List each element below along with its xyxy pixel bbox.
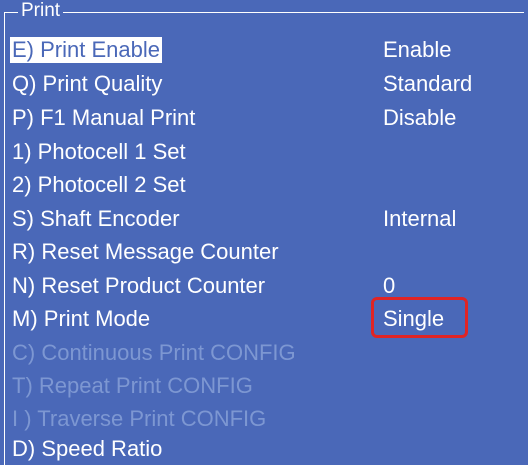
menu-item-shaft-encoder[interactable]: S) Shaft Encoder Internal	[10, 203, 520, 235]
menu-item-label: T) Repeat Print CONFIG	[12, 373, 253, 398]
menu-item-label: Q) Print Quality	[12, 71, 163, 96]
menu-item-label: S) Shaft Encoder	[12, 206, 180, 231]
menu-item-label: N) Reset Product Counter	[12, 273, 266, 298]
print-menu-screen: Print E) Print Enable Enable Q) Print Qu…	[0, 0, 528, 465]
menu-item-value: Standard	[383, 71, 473, 96]
menu-item-label: E) Print Enable	[10, 37, 162, 63]
menu-item-label: C) Continuous Print CONFIG	[12, 340, 296, 365]
menu-item-label: P) F1 Manual Print	[12, 105, 196, 130]
menu-item-repeat-print-config: T) Repeat Print CONFIG	[10, 370, 520, 402]
menu-item-traverse-print-config: I ) Traverse Print CONFIG	[10, 403, 520, 435]
menu-item-label: 1) Photocell 1 Set	[12, 139, 186, 164]
menu-item-print-quality[interactable]: Q) Print Quality Standard	[10, 68, 520, 100]
menu-item-value: 0	[383, 273, 396, 298]
menu-item-f1-manual-print[interactable]: P) F1 Manual Print Disable	[10, 102, 520, 134]
menu-item-photocell-1-set[interactable]: 1) Photocell 1 Set	[10, 136, 520, 168]
menu-item-value: Enable	[383, 37, 452, 62]
menu-title: Print	[18, 0, 64, 22]
print-mode-highlight-box	[371, 297, 468, 338]
menu-item-value: Internal	[383, 206, 457, 231]
menu-item-speed-ratio[interactable]: D) Speed Ratio	[10, 433, 520, 465]
menu-item-photocell-2-set[interactable]: 2) Photocell 2 Set	[10, 169, 520, 201]
menu-item-reset-message-counter[interactable]: R) Reset Message Counter	[10, 236, 520, 268]
menu-item-label: 2) Photocell 2 Set	[12, 172, 186, 197]
menu-item-continuous-print-config: C) Continuous Print CONFIG	[10, 337, 520, 369]
menu-item-label: D) Speed Ratio	[12, 436, 163, 461]
menu-item-label: I ) Traverse Print CONFIG	[12, 406, 267, 431]
menu-item-value: Disable	[383, 105, 457, 130]
menu-item-print-enable[interactable]: E) Print Enable Enable	[10, 34, 520, 66]
menu-item-label: R) Reset Message Counter	[12, 239, 279, 264]
menu-item-label: M) Print Mode	[12, 306, 151, 331]
